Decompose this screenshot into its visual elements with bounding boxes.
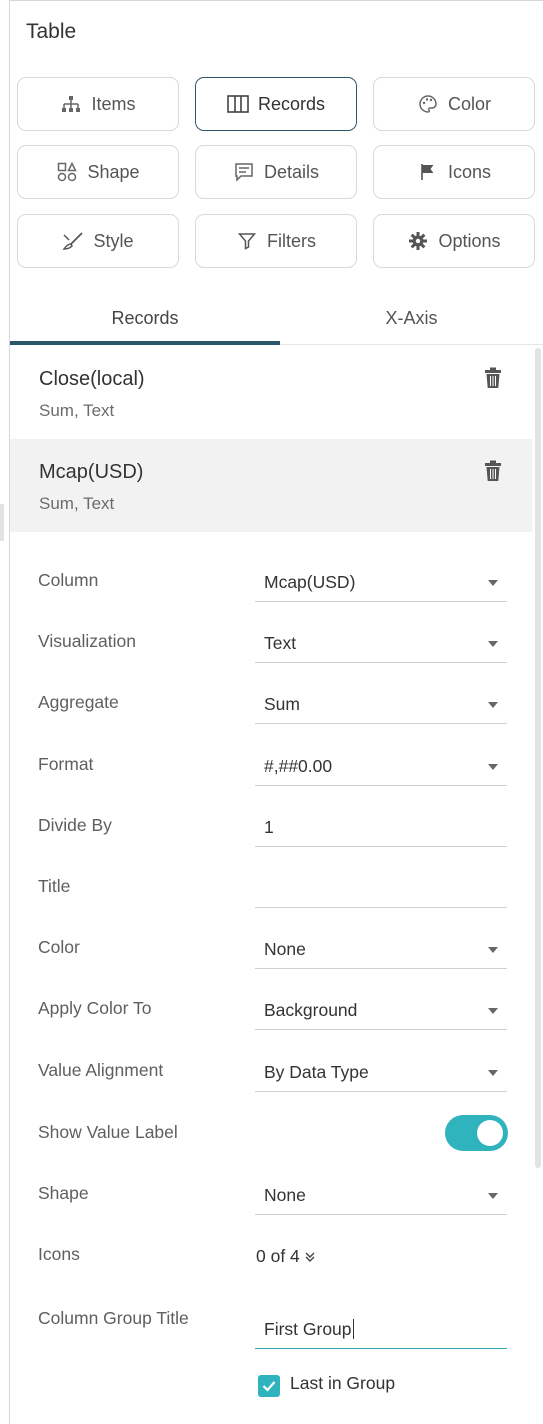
filters-button[interactable]: Filters bbox=[195, 214, 357, 268]
last-in-group-checkbox[interactable] bbox=[258, 1375, 280, 1397]
scrollbar[interactable] bbox=[535, 348, 541, 1168]
dropdown-caret-icon bbox=[488, 641, 498, 647]
trash-icon[interactable] bbox=[484, 367, 502, 389]
palette-icon bbox=[417, 93, 439, 115]
checkmark-icon bbox=[262, 1381, 276, 1392]
format-label: Format bbox=[38, 754, 94, 774]
apply-color-to-label: Apply Color To bbox=[38, 998, 152, 1018]
left-border bbox=[9, 0, 10, 1424]
options-button[interactable]: Options bbox=[373, 214, 535, 268]
shape-select[interactable]: None bbox=[255, 1176, 507, 1215]
icons-expander[interactable]: 0 of 4 bbox=[256, 1246, 316, 1267]
flag-icon bbox=[417, 161, 439, 183]
record-summary: Sum, Text bbox=[39, 494, 115, 513]
divide-by-label: Divide By bbox=[38, 815, 112, 835]
dropdown-caret-icon bbox=[488, 1193, 498, 1199]
record-name: Mcap(USD) bbox=[39, 461, 144, 483]
filters-button-label: Filters bbox=[267, 230, 316, 251]
resize-handle[interactable] bbox=[0, 504, 4, 541]
details-button[interactable]: Details bbox=[195, 145, 357, 199]
icons-count: 0 of 4 bbox=[256, 1246, 300, 1266]
trash-icon[interactable] bbox=[484, 460, 502, 482]
column-group-title-value: First Group bbox=[264, 1319, 352, 1339]
format-select[interactable]: #,##0.00 bbox=[255, 747, 507, 786]
dropdown-caret-icon bbox=[488, 764, 498, 770]
color-button-label: Color bbox=[447, 93, 491, 114]
record-name: Close(local) bbox=[39, 368, 145, 390]
visualization-select[interactable]: Text bbox=[255, 624, 507, 663]
dropdown-caret-icon bbox=[488, 1070, 498, 1076]
value-alignment-value: By Data Type bbox=[264, 1062, 369, 1082]
aggregate-label: Aggregate bbox=[38, 692, 119, 712]
panel-title: Table bbox=[26, 20, 77, 43]
tab-bar: Records X-Axis bbox=[10, 290, 543, 346]
records-button-label: Records bbox=[257, 93, 326, 114]
details-button-label: Details bbox=[263, 161, 320, 182]
options-button-label: Options bbox=[438, 230, 501, 251]
last-in-group-label: Last in Group bbox=[290, 1373, 396, 1393]
shape-button-label: Shape bbox=[87, 161, 140, 182]
column-select[interactable]: Mcap(USD) bbox=[255, 563, 507, 602]
aggregate-value: Sum bbox=[264, 694, 300, 714]
visualization-label: Visualization bbox=[38, 631, 136, 651]
brush-icon bbox=[62, 230, 84, 252]
column-group-title-label: Column Group Title bbox=[38, 1308, 189, 1328]
title-input[interactable] bbox=[255, 869, 507, 908]
shapes-icon bbox=[56, 161, 78, 183]
color-select[interactable]: None bbox=[255, 930, 507, 969]
show-value-label-label: Show Value Label bbox=[38, 1122, 178, 1142]
record-item-close-local[interactable]: Close(local) Sum, Text bbox=[10, 346, 532, 439]
shape-value: None bbox=[264, 1185, 306, 1205]
color-label: Color bbox=[38, 937, 80, 957]
column-value: Mcap(USD) bbox=[264, 572, 356, 592]
visualization-value: Text bbox=[264, 633, 297, 653]
value-alignment-select[interactable]: By Data Type bbox=[255, 1053, 507, 1092]
apply-color-to-value: Background bbox=[264, 1000, 358, 1020]
records-button[interactable]: Records bbox=[195, 77, 357, 131]
double-chevron-down-icon bbox=[304, 1251, 316, 1263]
style-button-label: Style bbox=[93, 230, 134, 251]
aggregate-select[interactable]: Sum bbox=[255, 685, 507, 724]
value-alignment-label: Value Alignment bbox=[38, 1060, 164, 1080]
color-value: None bbox=[264, 939, 306, 959]
shape-button[interactable]: Shape bbox=[17, 145, 179, 199]
tab-records[interactable]: Records bbox=[10, 290, 280, 346]
active-tab-indicator bbox=[10, 341, 280, 345]
toggle-knob bbox=[477, 1120, 503, 1146]
record-item-mcap-usd[interactable]: Mcap(USD) Sum, Text bbox=[10, 439, 532, 532]
column-group-title-input[interactable]: First Group bbox=[255, 1310, 507, 1349]
format-value: #,##0.00 bbox=[264, 756, 333, 776]
dropdown-caret-icon bbox=[488, 1008, 498, 1014]
divide-by-value: 1 bbox=[264, 817, 274, 837]
column-label: Column bbox=[38, 570, 99, 590]
icons-button-label: Icons bbox=[447, 161, 492, 182]
icons-label: Icons bbox=[38, 1244, 80, 1264]
style-button[interactable]: Style bbox=[17, 214, 179, 268]
top-border bbox=[10, 0, 543, 1]
dropdown-caret-icon bbox=[488, 702, 498, 708]
tab-x-axis[interactable]: X-Axis bbox=[280, 290, 543, 346]
icons-button[interactable]: Icons bbox=[373, 145, 535, 199]
color-button[interactable]: Color bbox=[373, 77, 535, 131]
shape-label: Shape bbox=[38, 1183, 89, 1203]
record-summary: Sum, Text bbox=[39, 401, 115, 420]
dropdown-caret-icon bbox=[488, 580, 498, 586]
gear-icon bbox=[407, 230, 429, 252]
items-button-label: Items bbox=[91, 93, 136, 114]
items-button[interactable]: Items bbox=[17, 77, 179, 131]
dropdown-caret-icon bbox=[488, 947, 498, 953]
comment-icon bbox=[233, 161, 255, 183]
divide-by-input[interactable]: 1 bbox=[255, 808, 507, 847]
hierarchy-icon bbox=[60, 93, 82, 115]
title-label: Title bbox=[38, 876, 71, 896]
text-cursor bbox=[352, 1319, 354, 1339]
columns-icon bbox=[227, 93, 249, 115]
filter-icon bbox=[236, 230, 258, 252]
apply-color-to-select[interactable]: Background bbox=[255, 991, 507, 1030]
show-value-label-toggle[interactable] bbox=[445, 1115, 508, 1151]
